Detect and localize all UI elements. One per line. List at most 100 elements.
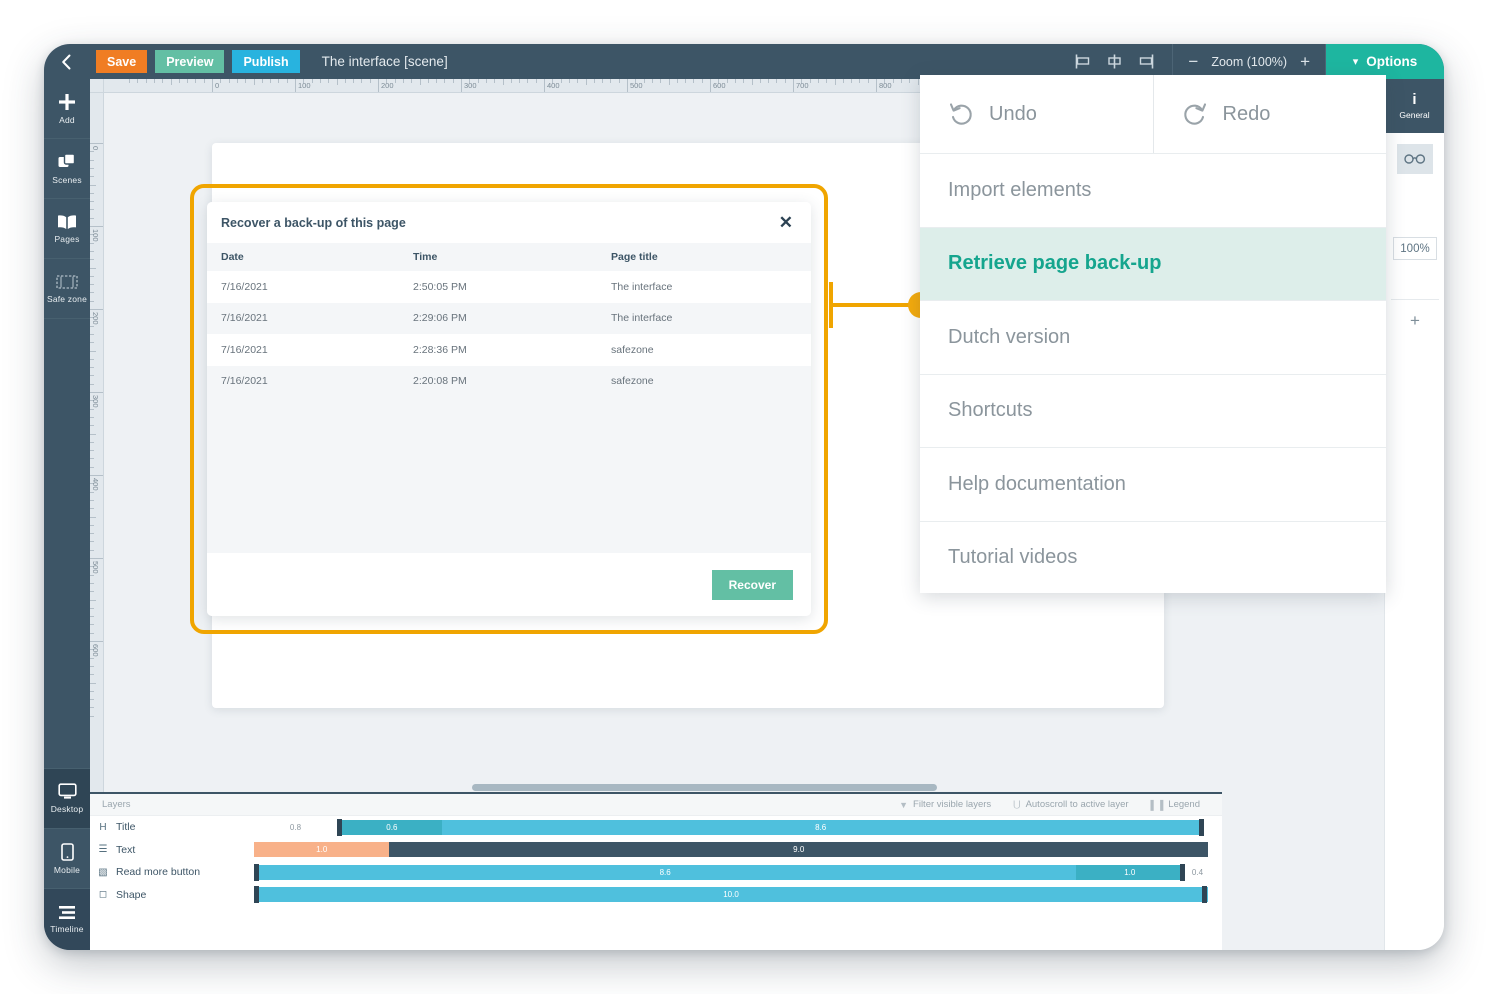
layer-track[interactable]: 1.0 9.0: [254, 842, 1208, 857]
ruler-tick: [610, 79, 611, 83]
ruler-label: 0: [91, 146, 100, 150]
save-button[interactable]: Save: [96, 50, 147, 73]
track-segment[interactable]: 0.6: [342, 820, 442, 835]
keyframe-marker[interactable]: [1199, 819, 1204, 836]
zoom-input[interactable]: 100%: [1393, 237, 1437, 260]
autoscroll-button[interactable]: ⋃ Autoscroll to active layer: [1013, 799, 1128, 810]
text-icon: ☰: [90, 844, 116, 855]
menu-item-shortcuts[interactable]: Shortcuts: [920, 374, 1386, 448]
table-row[interactable]: 7/16/2021 2:28:36 PM safezone: [207, 334, 811, 366]
autoscroll-label: Autoscroll to active layer: [1026, 799, 1129, 810]
zoom-in-button[interactable]: +: [1300, 53, 1310, 70]
filter-icon: ▼: [899, 800, 908, 810]
timeline-row[interactable]: ☰ Text 1.0 9.0: [90, 839, 1222, 862]
legend-button[interactable]: ▌▐ Legend: [1151, 799, 1200, 810]
table-row[interactable]: 7/16/2021 2:29:06 PM The interface: [207, 303, 811, 335]
ruler-tick: [90, 367, 94, 368]
canvas-horizontal-scrollbar[interactable]: [104, 783, 1222, 792]
options-button[interactable]: ▾ Options: [1326, 44, 1444, 79]
ruler-tick: [90, 666, 94, 667]
sidebar-item-timeline[interactable]: Timeline: [44, 888, 90, 950]
ruler-tick: [90, 458, 94, 459]
filter-visible-layers-button[interactable]: ▼ Filter visible layers: [899, 799, 991, 810]
ruler-tick: [337, 79, 338, 85]
recover-button[interactable]: Recover: [712, 570, 793, 600]
track-segment[interactable]: 1.0: [1076, 865, 1183, 880]
zoom-out-button[interactable]: −: [1188, 53, 1198, 70]
ruler-tick: [370, 79, 371, 83]
sidebar-item-safe-zone[interactable]: Safe zone: [44, 259, 90, 319]
ruler-tick: [644, 79, 645, 83]
ruler-tick: [90, 276, 94, 277]
menu-item-import-elements[interactable]: Import elements: [920, 153, 1386, 227]
layers-icon: [58, 153, 76, 171]
ruler-tick: [90, 384, 94, 385]
ruler-tick: [627, 79, 628, 93]
add-property-button[interactable]: +: [1385, 311, 1444, 331]
ruler-tick: [237, 79, 238, 83]
track-segment[interactable]: 8.6: [254, 865, 1076, 880]
sidebar-item-add[interactable]: Add: [44, 79, 90, 139]
track-segment[interactable]: 0.4: [1187, 865, 1208, 880]
tab-general-label: General: [1399, 110, 1429, 120]
keyframe-marker[interactable]: [254, 886, 259, 903]
cell-page-title: safezone: [611, 375, 811, 387]
ruler-tick: [826, 79, 827, 83]
track-segment[interactable]: 9.0: [389, 842, 1208, 857]
menu-item-undo[interactable]: Undo: [920, 75, 1154, 153]
menu-item-retrieve-page-backup[interactable]: Retrieve page back-up: [920, 227, 1386, 301]
menu-item-help-documentation[interactable]: Help documentation: [920, 447, 1386, 521]
timeline-row[interactable]: H Title 0.8 0.6 8.6: [90, 816, 1222, 839]
track-segment[interactable]: 8.6: [442, 820, 1199, 835]
ruler-tick: [527, 79, 528, 83]
layer-track[interactable]: 0.8 0.6 8.6: [254, 820, 1208, 835]
preview-button[interactable]: Preview: [155, 50, 224, 73]
document-title: The interface [scene]: [322, 54, 448, 69]
menu-item-dutch-version[interactable]: Dutch version: [920, 300, 1386, 374]
sidebar-item-pages[interactable]: Pages: [44, 199, 90, 259]
sidebar-item-scenes[interactable]: Scenes: [44, 139, 90, 199]
close-icon[interactable]: ✕: [779, 214, 793, 231]
keyframe-marker[interactable]: [254, 864, 259, 881]
ruler-label: 200: [381, 81, 394, 90]
zoom-level-label: Zoom (100%): [1211, 55, 1287, 69]
glasses-icon[interactable]: [1397, 144, 1433, 174]
align-right-icon[interactable]: [1137, 54, 1154, 69]
tab-general[interactable]: i General: [1385, 79, 1444, 133]
timeline-row[interactable]: ▧ Read more button 8.6 1.0 0.4: [90, 861, 1222, 884]
ruler-tick: [868, 79, 869, 83]
sidebar-item-mobile[interactable]: Mobile: [44, 828, 90, 888]
ruler-tick: [270, 79, 271, 83]
back-button[interactable]: [44, 44, 88, 79]
ruler-label: 700: [796, 81, 809, 90]
table-row[interactable]: 7/16/2021 2:20:08 PM safezone: [207, 366, 811, 398]
ruler-tick: [90, 716, 94, 717]
ruler-tick: [395, 79, 396, 83]
table-row[interactable]: 7/16/2021 2:50:05 PM The interface: [207, 271, 811, 303]
scrollbar-thumb[interactable]: [472, 784, 937, 791]
ruler-tick: [90, 375, 94, 376]
publish-button[interactable]: Publish: [232, 50, 299, 73]
keyframe-marker[interactable]: [1180, 864, 1185, 881]
timeline-row[interactable]: ◻ Shape 10.0: [90, 884, 1222, 907]
menu-item-redo[interactable]: Redo: [1154, 75, 1387, 153]
menu-item-tutorial-videos[interactable]: Tutorial videos: [920, 521, 1386, 595]
align-left-icon[interactable]: [1075, 54, 1092, 69]
track-segment[interactable]: 1.0: [254, 842, 389, 857]
track-segment[interactable]: 0.8: [254, 820, 337, 835]
ruler-tick: [519, 79, 520, 83]
layer-track[interactable]: 10.0: [254, 887, 1208, 902]
ruler-tick: [428, 79, 429, 83]
right-sidebar: i General 100% +: [1384, 79, 1444, 950]
align-center-icon[interactable]: [1106, 54, 1123, 69]
keyframe-marker[interactable]: [1202, 886, 1207, 903]
track-segment[interactable]: 10.0: [254, 887, 1208, 902]
layer-track[interactable]: 8.6 1.0 0.4: [254, 865, 1208, 880]
column-header-date: Date: [207, 251, 413, 263]
ruler-tick: [90, 492, 94, 493]
ruler-tick: [90, 450, 94, 451]
menu-item-undo-label: Undo: [989, 103, 1037, 126]
sidebar-item-desktop[interactable]: Desktop: [44, 768, 90, 828]
ruler-tick: [843, 79, 844, 83]
sidebar-item-desktop-label: Desktop: [51, 804, 84, 814]
